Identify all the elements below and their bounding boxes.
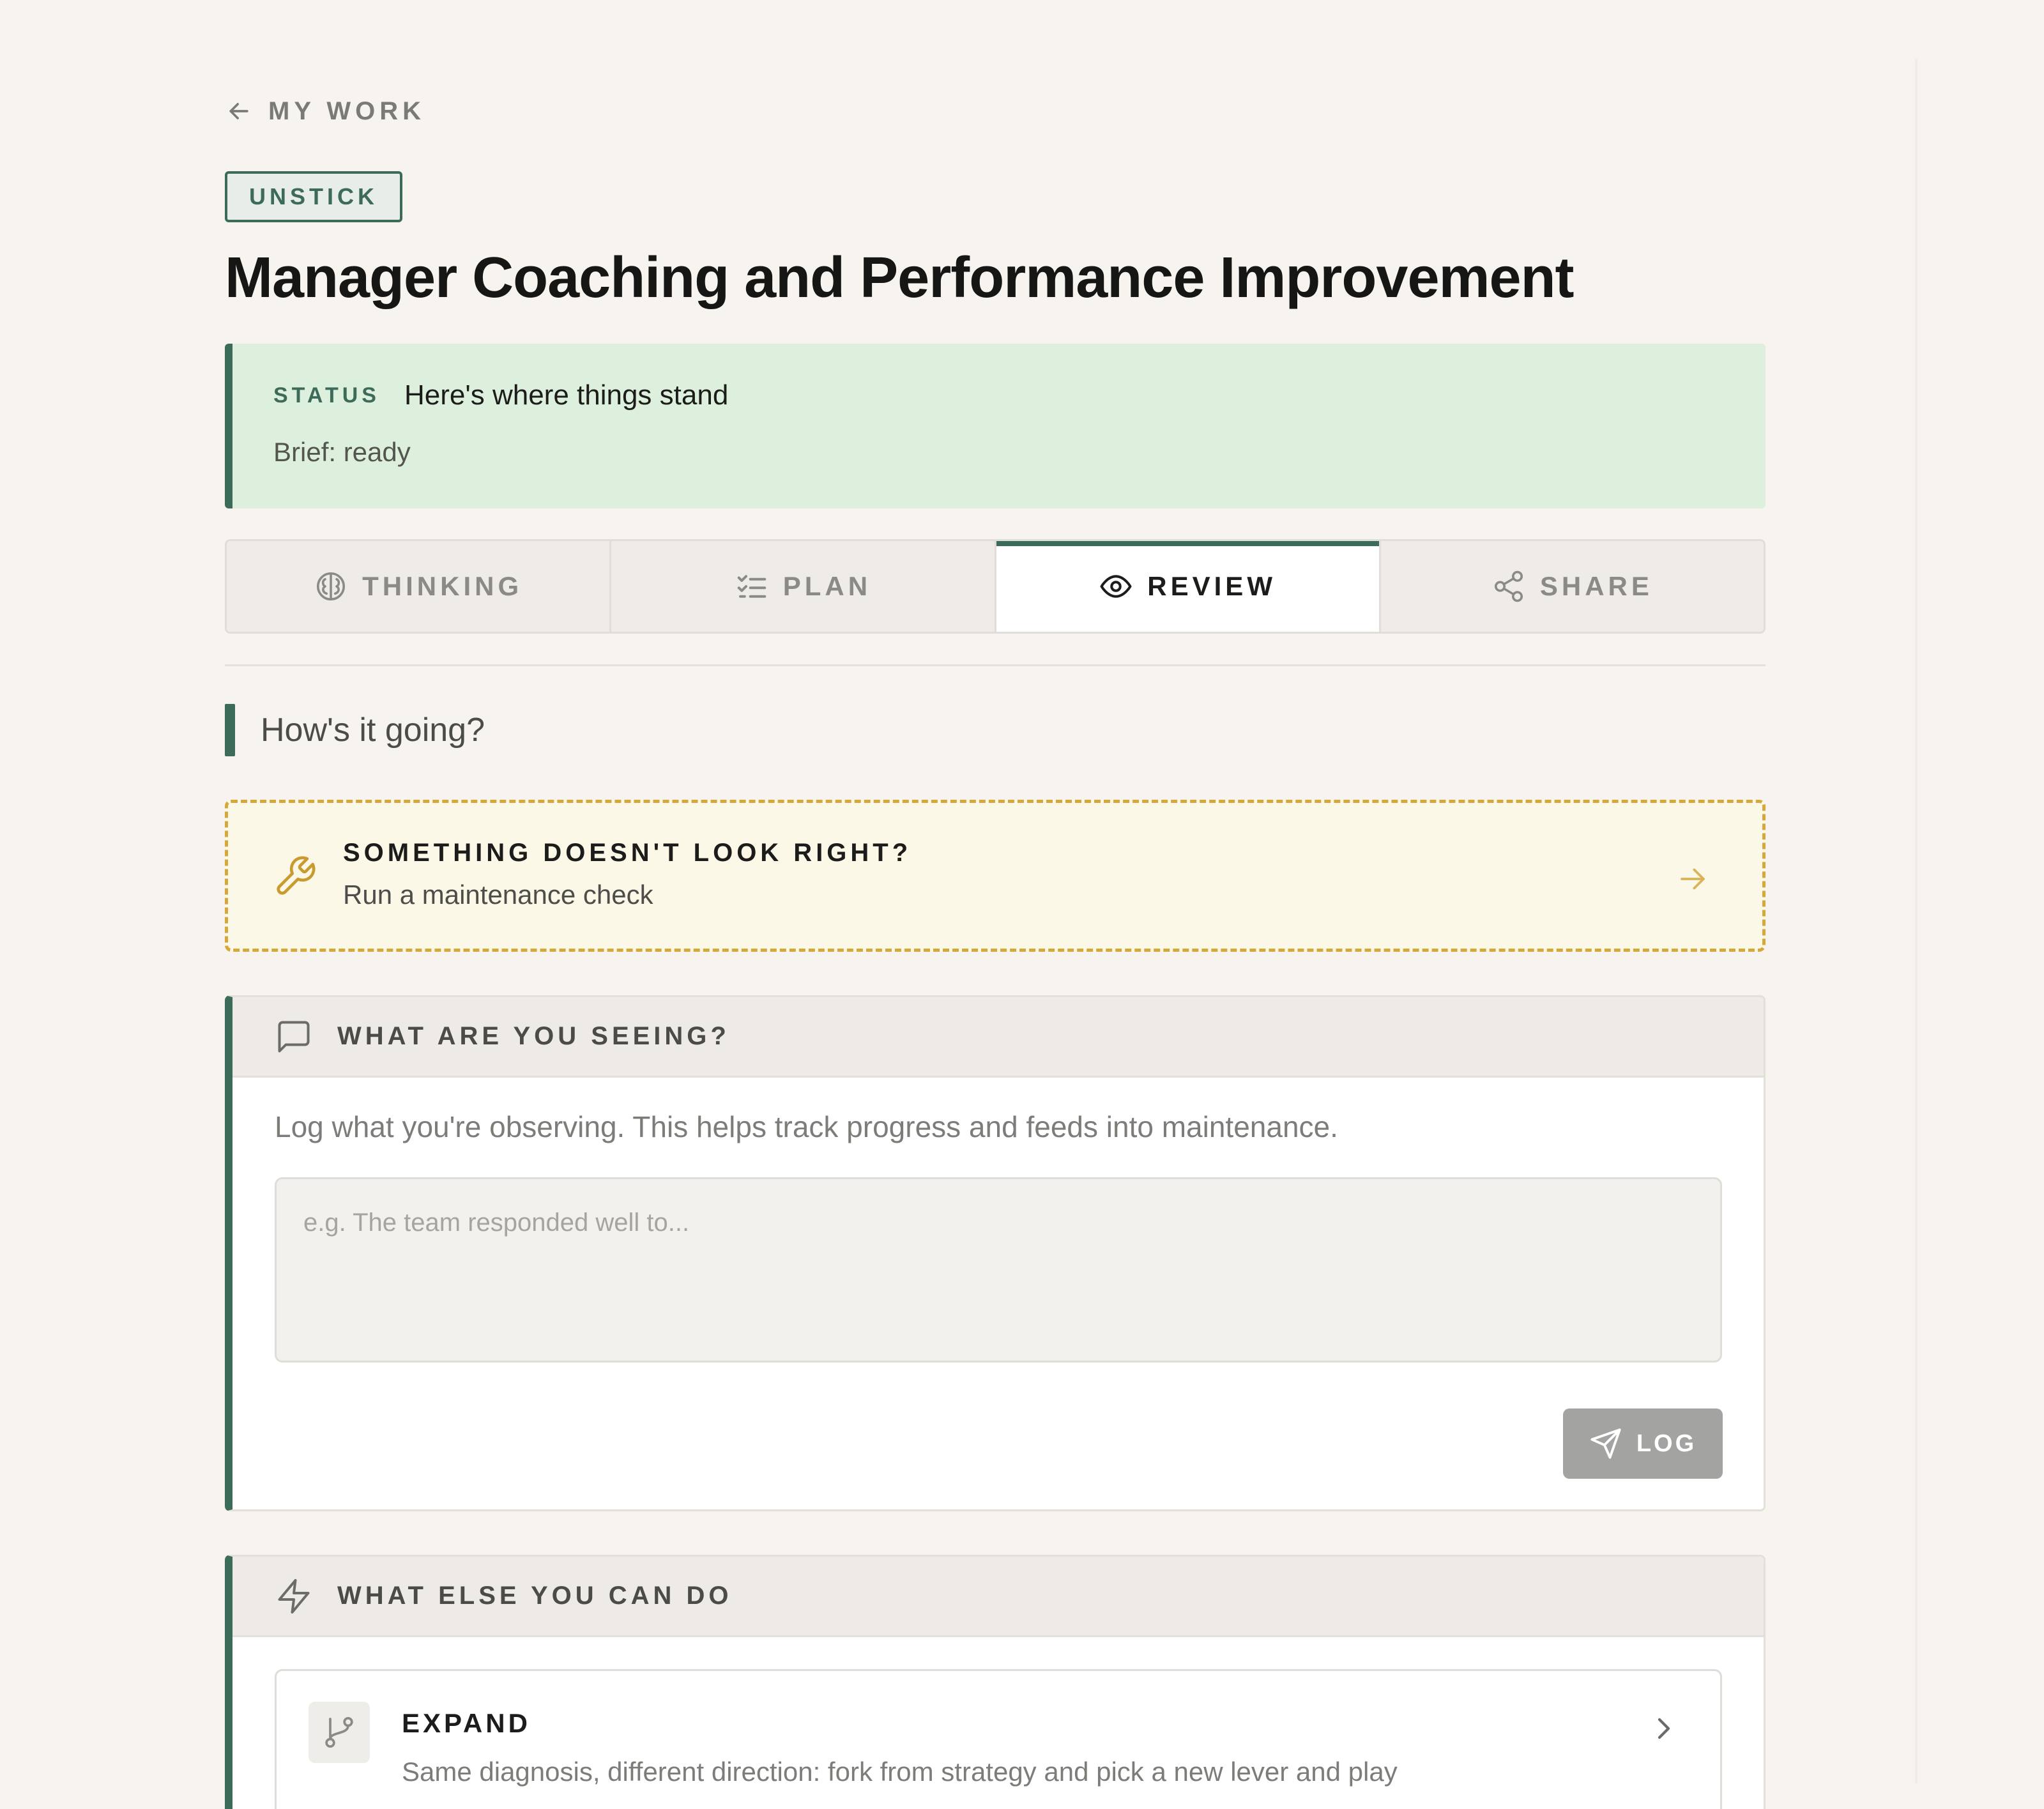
tab-share[interactable]: SHARE	[1381, 541, 1764, 632]
expand-title: EXPAND	[402, 1708, 531, 1738]
observation-card-title: WHAT ARE YOU SEEING?	[337, 1022, 730, 1050]
send-icon	[1590, 1428, 1621, 1459]
maintenance-title: SOMETHING DOESN'T LOOK RIGHT?	[343, 839, 912, 867]
observation-card-header: WHAT ARE YOU SEEING?	[233, 997, 1764, 1078]
status-label: STATUS	[273, 383, 380, 408]
eye-icon	[1100, 575, 1132, 598]
fork-icon	[325, 1716, 353, 1748]
observation-card: WHAT ARE YOU SEEING? Log what you're obs…	[225, 995, 1766, 1511]
expand-description: Same diagnosis, different direction: for…	[402, 1757, 1398, 1787]
chevron-right-icon	[1658, 1718, 1670, 1739]
maintenance-check-card[interactable]: SOMETHING DOESN'T LOOK RIGHT? Run a main…	[225, 800, 1766, 952]
chat-icon	[278, 1021, 310, 1052]
tab-plan-label: PLAN	[782, 571, 872, 601]
checklist-icon	[737, 575, 766, 598]
tab-thinking-label: THINKING	[362, 571, 523, 601]
divider	[225, 664, 1766, 666]
observation-description: Log what you're observing. This helps tr…	[275, 1110, 1338, 1143]
observation-input[interactable]	[275, 1177, 1722, 1362]
tab-share-label: SHARE	[1539, 571, 1653, 601]
status-brief: Brief: ready	[273, 437, 411, 467]
tab-review[interactable]: REVIEW	[996, 541, 1381, 632]
tab-plan[interactable]: PLAN	[611, 541, 996, 632]
wrench-icon	[277, 856, 316, 895]
lightning-icon	[278, 1578, 310, 1614]
section-accent-bar	[225, 704, 235, 756]
back-link-label: MY WORK	[268, 96, 426, 125]
tab-thinking[interactable]: THINKING	[227, 541, 612, 632]
more-actions-card: WHAT ELSE YOU CAN DO EXPAND Same diagnos…	[225, 1555, 1766, 1809]
section-heading-text: How's it going?	[261, 712, 485, 749]
page-title: Manager Coaching and Performance Improve…	[225, 246, 1575, 310]
more-actions-header: WHAT ELSE YOU CAN DO	[233, 1557, 1764, 1637]
tab-review-label: REVIEW	[1147, 571, 1276, 601]
maintenance-subtitle: Run a maintenance check	[343, 880, 653, 910]
status-headline: Here's where things stand	[404, 379, 729, 411]
back-link[interactable]: MY WORK	[225, 93, 425, 129]
more-actions-title: WHAT ELSE YOU CAN DO	[337, 1582, 733, 1610]
tab-bar: THINKING PLAN REVIEW SHARE	[225, 539, 1766, 634]
expand-option[interactable]: EXPAND Same diagnosis, different directi…	[275, 1669, 1722, 1809]
share-icon	[1494, 570, 1523, 602]
arrow-left-icon	[229, 103, 248, 119]
log-button-label: LOG	[1636, 1430, 1697, 1457]
arrow-right-icon	[1681, 868, 1705, 890]
section-heading: How's it going?	[225, 704, 485, 756]
log-button[interactable]: LOG	[1563, 1408, 1723, 1479]
category-tag: UNSTICK	[225, 171, 402, 222]
brain-icon	[317, 572, 346, 601]
status-banner: STATUS Here's where things stand Brief: …	[225, 344, 1766, 508]
right-panel-divider	[1915, 59, 1918, 1783]
expand-icon-box	[309, 1702, 370, 1763]
